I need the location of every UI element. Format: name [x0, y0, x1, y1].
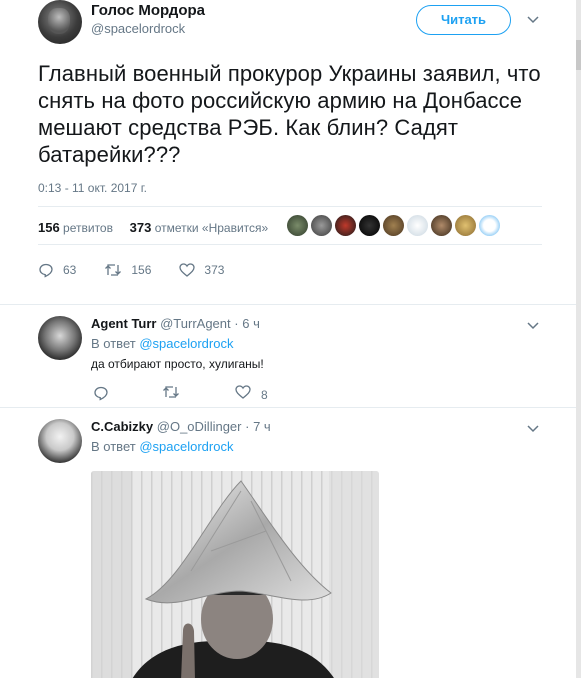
reply-header: Agent Turr @TurrAgent · 6 ч — [91, 316, 260, 331]
divider — [38, 244, 542, 245]
avatar[interactable] — [38, 0, 82, 44]
tweet-timestamp[interactable]: 0:13 - 11 окт. 2017 г. — [38, 181, 147, 195]
likers-avatars — [287, 215, 500, 236]
tweet-actions: 63 156 373 — [38, 262, 252, 278]
reply-like-count: 8 — [261, 388, 268, 402]
author-handle[interactable]: @spacelordrock — [91, 21, 185, 36]
attached-photo[interactable] — [91, 471, 379, 678]
follow-button[interactable]: Читать — [416, 5, 511, 35]
tweet-stats: 156 ретвитов 373 отметки «Нравится» — [38, 220, 268, 235]
reply-author-handle[interactable]: @TurrAgent — [160, 316, 231, 331]
reply-icon — [39, 263, 53, 278]
in-reply-prefix: В ответ — [91, 439, 136, 454]
reply-tweet[interactable]: Agent Turr @TurrAgent · 6 ч В ответ @spa… — [0, 306, 576, 408]
avatar[interactable] — [407, 215, 428, 236]
retweet-count: 156 — [131, 263, 152, 277]
avatar[interactable] — [335, 215, 356, 236]
reply-time[interactable]: 7 ч — [253, 419, 271, 434]
author-name[interactable]: Голос Мордора — [91, 2, 205, 19]
in-reply-to-link[interactable]: @spacelordrock — [139, 336, 233, 351]
avatar[interactable] — [431, 215, 452, 236]
likes-label[interactable]: отметки «Нравится» — [155, 221, 269, 235]
reply-header: C.Cabizky @O_oDillinger · 7 ч — [91, 419, 271, 434]
like-icon[interactable] — [235, 385, 251, 399]
likes-count[interactable]: 373 — [130, 220, 152, 235]
avatar[interactable] — [38, 419, 82, 463]
reply-count: 63 — [63, 263, 77, 277]
reply-author-name[interactable]: Agent Turr — [91, 316, 156, 331]
in-reply-to-link[interactable]: @spacelordrock — [139, 439, 233, 454]
avatar[interactable] — [38, 316, 82, 360]
retweet-icon — [105, 264, 122, 276]
scrollbar[interactable] — [576, 0, 581, 678]
reply-actions: 8 — [91, 385, 281, 402]
retweets-label[interactable]: ретвитов — [63, 221, 113, 235]
avatar[interactable] — [287, 215, 308, 236]
avatar[interactable] — [311, 215, 332, 236]
avatar[interactable] — [455, 215, 476, 236]
divider — [38, 206, 542, 207]
avatar[interactable] — [383, 215, 404, 236]
reply-text: да отбирают просто, хулиганы! — [91, 357, 264, 371]
reply-time[interactable]: 6 ч — [242, 316, 260, 331]
retweet-button[interactable]: 156 — [104, 263, 151, 277]
like-icon — [179, 263, 196, 277]
avatar[interactable] — [479, 215, 500, 236]
chevron-down-icon[interactable] — [526, 318, 540, 332]
retweets-count[interactable]: 156 — [38, 220, 60, 235]
chevron-down-icon[interactable] — [526, 421, 540, 435]
reply-author-handle[interactable]: @O_oDillinger — [157, 419, 242, 434]
like-button[interactable]: 373 — [179, 263, 224, 277]
reply-icon[interactable] — [93, 385, 109, 401]
retweet-icon[interactable] — [162, 385, 180, 399]
in-reply-to: В ответ @spacelordrock — [91, 336, 233, 351]
chevron-down-icon[interactable] — [526, 12, 540, 26]
tweet-text: Главный военный прокурор Украины заявил,… — [38, 61, 541, 167]
avatar[interactable] — [359, 215, 380, 236]
in-reply-prefix: В ответ — [91, 336, 136, 351]
reply-tweet[interactable]: C.Cabizky @O_oDillinger · 7 ч В ответ @s… — [0, 409, 576, 678]
reply-author-name[interactable]: C.Cabizky — [91, 419, 153, 434]
main-tweet: Голос Мордора @spacelordrock Читать Глав… — [0, 0, 576, 305]
reply-button[interactable]: 63 — [38, 262, 76, 278]
in-reply-to: В ответ @spacelordrock — [91, 439, 233, 454]
like-count: 373 — [204, 263, 225, 277]
